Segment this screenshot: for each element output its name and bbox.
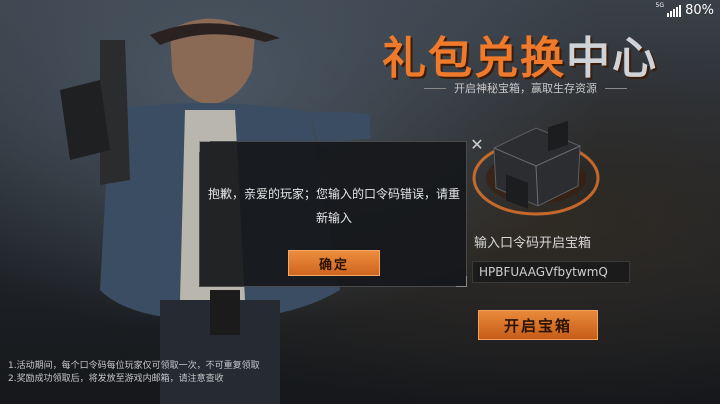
rules-notes: 1.活动期间，每个口令码每位玩家仅可领取一次，不可重复领取 2.奖励成功领取后，…	[8, 360, 260, 386]
network-type: 5G	[655, 2, 664, 9]
rule-item: 2.奖励成功领取后，将发放至游戏内邮箱，请注意查收	[8, 374, 224, 384]
page-title: 礼包兑换中心	[382, 22, 682, 86]
chest-icon	[472, 120, 600, 216]
dialog-corner	[199, 141, 210, 152]
open-chest-button[interactable]: 开启宝箱	[478, 310, 598, 340]
dialog-message: 抱歉，亲爱的玩家；您输入的口令码错误，请重新输入	[207, 187, 460, 225]
subtitle-row: 开启神秘宝箱，赢取生存资源	[424, 80, 627, 96]
signal-icon	[667, 4, 682, 17]
page-title-part1: 礼包兑换	[382, 33, 566, 84]
status-bar: 80%	[667, 3, 714, 18]
rule-item: 1.活动期间，每个口令码每位玩家仅可领取一次，不可重复领取	[8, 361, 260, 371]
dialog-corner	[456, 276, 467, 287]
confirm-button[interactable]: 确定	[288, 250, 380, 276]
page-title-part2: 中心	[566, 33, 658, 84]
code-input[interactable]: HPBFUAAGVfbytwmQ	[472, 261, 630, 283]
battery-level: 80%	[685, 3, 714, 18]
error-dialog: 抱歉，亲爱的玩家；您输入的口令码错误，请重新输入 确定	[199, 141, 467, 287]
page-subtitle: 开启神秘宝箱，赢取生存资源	[454, 82, 597, 95]
divider	[424, 87, 446, 89]
redeem-label: 输入口令码开启宝箱	[474, 236, 592, 251]
close-icon[interactable]: ✕	[469, 137, 485, 153]
divider	[605, 87, 627, 89]
